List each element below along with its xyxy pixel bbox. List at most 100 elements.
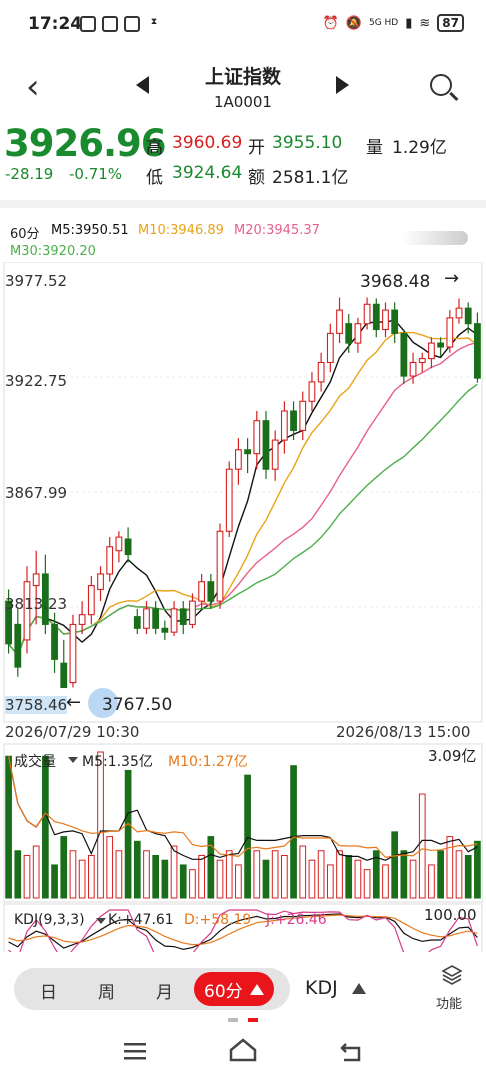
- chart-toggle-handle[interactable]: [402, 231, 468, 245]
- x-end-label: 2026/08/13 15:00: [336, 723, 471, 741]
- candle-body: [290, 410, 297, 431]
- volume-bar: [106, 836, 114, 899]
- volume-bar: [235, 864, 242, 899]
- volume-bar: [345, 854, 353, 899]
- y-tick-label: 3813.23: [5, 595, 68, 613]
- candle: [428, 337, 435, 369]
- kdj-d-value: D:+58.19: [184, 912, 252, 928]
- x-start-label: 2026/07/29 10:30: [5, 723, 140, 741]
- tab-60min-caret-icon: [250, 984, 264, 995]
- candle: [179, 601, 187, 635]
- candle: [446, 310, 454, 353]
- volume-dropdown-icon[interactable]: [68, 757, 78, 763]
- status-bar: 17:24 ⧗ ⏰ 🔕 5G HD ▮ ≋ 87: [0, 0, 486, 50]
- candle-body: [437, 342, 445, 348]
- volume-bar: [354, 859, 362, 899]
- section-divider: [0, 200, 486, 208]
- status-time: 17:24: [28, 14, 83, 34]
- volume-bar: [78, 859, 86, 899]
- candle-body: [464, 307, 472, 325]
- candle: [14, 608, 22, 677]
- tab-60min[interactable]: 60分: [194, 972, 274, 1006]
- current-price: 3926.96: [4, 122, 167, 165]
- candle-body: [280, 410, 288, 441]
- candle-body: [97, 573, 104, 591]
- ma20-line: [8, 341, 478, 657]
- candle: [235, 438, 242, 485]
- volume-bar: [152, 854, 160, 899]
- function-button-label[interactable]: 功能: [436, 993, 462, 1012]
- candle-body: [60, 662, 68, 689]
- candle: [161, 620, 169, 640]
- search-icon[interactable]: [430, 74, 452, 96]
- kdj-dropdown-icon[interactable]: [96, 918, 106, 924]
- kline-chart[interactable]: [0, 262, 486, 962]
- candle: [133, 608, 141, 635]
- volume-label: 量: [366, 138, 383, 158]
- volume-bar: [253, 850, 261, 899]
- volume-bar: [161, 859, 169, 899]
- kdj-k-value: K:+47.61: [108, 912, 174, 928]
- layers-icon[interactable]: [441, 964, 463, 986]
- candle: [106, 537, 114, 582]
- candle: [317, 352, 325, 392]
- candle-body: [253, 420, 261, 455]
- back-nav-icon[interactable]: [338, 1040, 364, 1064]
- tab-month[interactable]: 月: [156, 978, 173, 1003]
- candle-body: [179, 608, 187, 625]
- tab-day[interactable]: 日: [40, 978, 57, 1003]
- volume-bar: [133, 840, 141, 899]
- volume-bar: [216, 859, 224, 899]
- next-stock-icon[interactable]: [336, 76, 349, 94]
- candle-body: [225, 468, 233, 532]
- candle: [336, 297, 343, 344]
- candle-body: [87, 585, 95, 616]
- volume-bars: [5, 751, 481, 899]
- status-notification-icons: ⧗: [80, 16, 162, 32]
- volume-bar: [115, 850, 123, 899]
- candle: [253, 410, 261, 470]
- volume-panel-label[interactable]: 成交量: [14, 751, 56, 771]
- home-icon[interactable]: [228, 1036, 258, 1064]
- candle-body: [189, 600, 196, 625]
- candle-body: [78, 614, 86, 625]
- candle-body: [216, 530, 224, 602]
- low-value: 3924.64: [172, 163, 243, 183]
- candle: [216, 523, 224, 609]
- candle-body: [391, 309, 399, 334]
- back-arrow-icon[interactable]: ‹: [26, 70, 40, 104]
- news-icon: [102, 16, 118, 32]
- indicator-caret-icon[interactable]: [352, 983, 366, 994]
- indicator-selector[interactable]: KDJ: [305, 977, 338, 999]
- candle-body: [143, 608, 150, 629]
- candle: [474, 312, 481, 383]
- volume-bar: [299, 845, 307, 899]
- candle: [115, 531, 123, 563]
- menu-icon[interactable]: [122, 1040, 148, 1062]
- volume-ma10: M10:1.27亿: [168, 754, 248, 770]
- signal-icon: ▮: [405, 15, 413, 31]
- volume-bar: [271, 850, 279, 899]
- volume-bar: [382, 864, 389, 899]
- volume-bar: [225, 850, 233, 899]
- candle: [170, 601, 178, 637]
- alipay-icon: [80, 16, 96, 32]
- candle-body: [400, 332, 408, 377]
- tab-week[interactable]: 周: [98, 978, 115, 1003]
- candle-body: [124, 538, 132, 556]
- volume-bar: [5, 755, 12, 899]
- candle: [400, 329, 408, 384]
- volume-bar: [244, 774, 251, 899]
- candle-body: [115, 536, 123, 552]
- alarm-icon: ⏰: [322, 15, 339, 31]
- candle-body: [32, 573, 40, 587]
- kdj-panel-label[interactable]: KDJ(9,3,3): [14, 912, 85, 928]
- candle-body: [14, 623, 22, 668]
- candle: [391, 302, 399, 344]
- candle-body: [446, 317, 454, 348]
- candle-body: [106, 546, 114, 575]
- volume-bar: [409, 859, 417, 899]
- candle-body: [372, 303, 380, 331]
- volume-bar: [281, 854, 288, 899]
- prev-stock-icon[interactable]: [136, 76, 149, 94]
